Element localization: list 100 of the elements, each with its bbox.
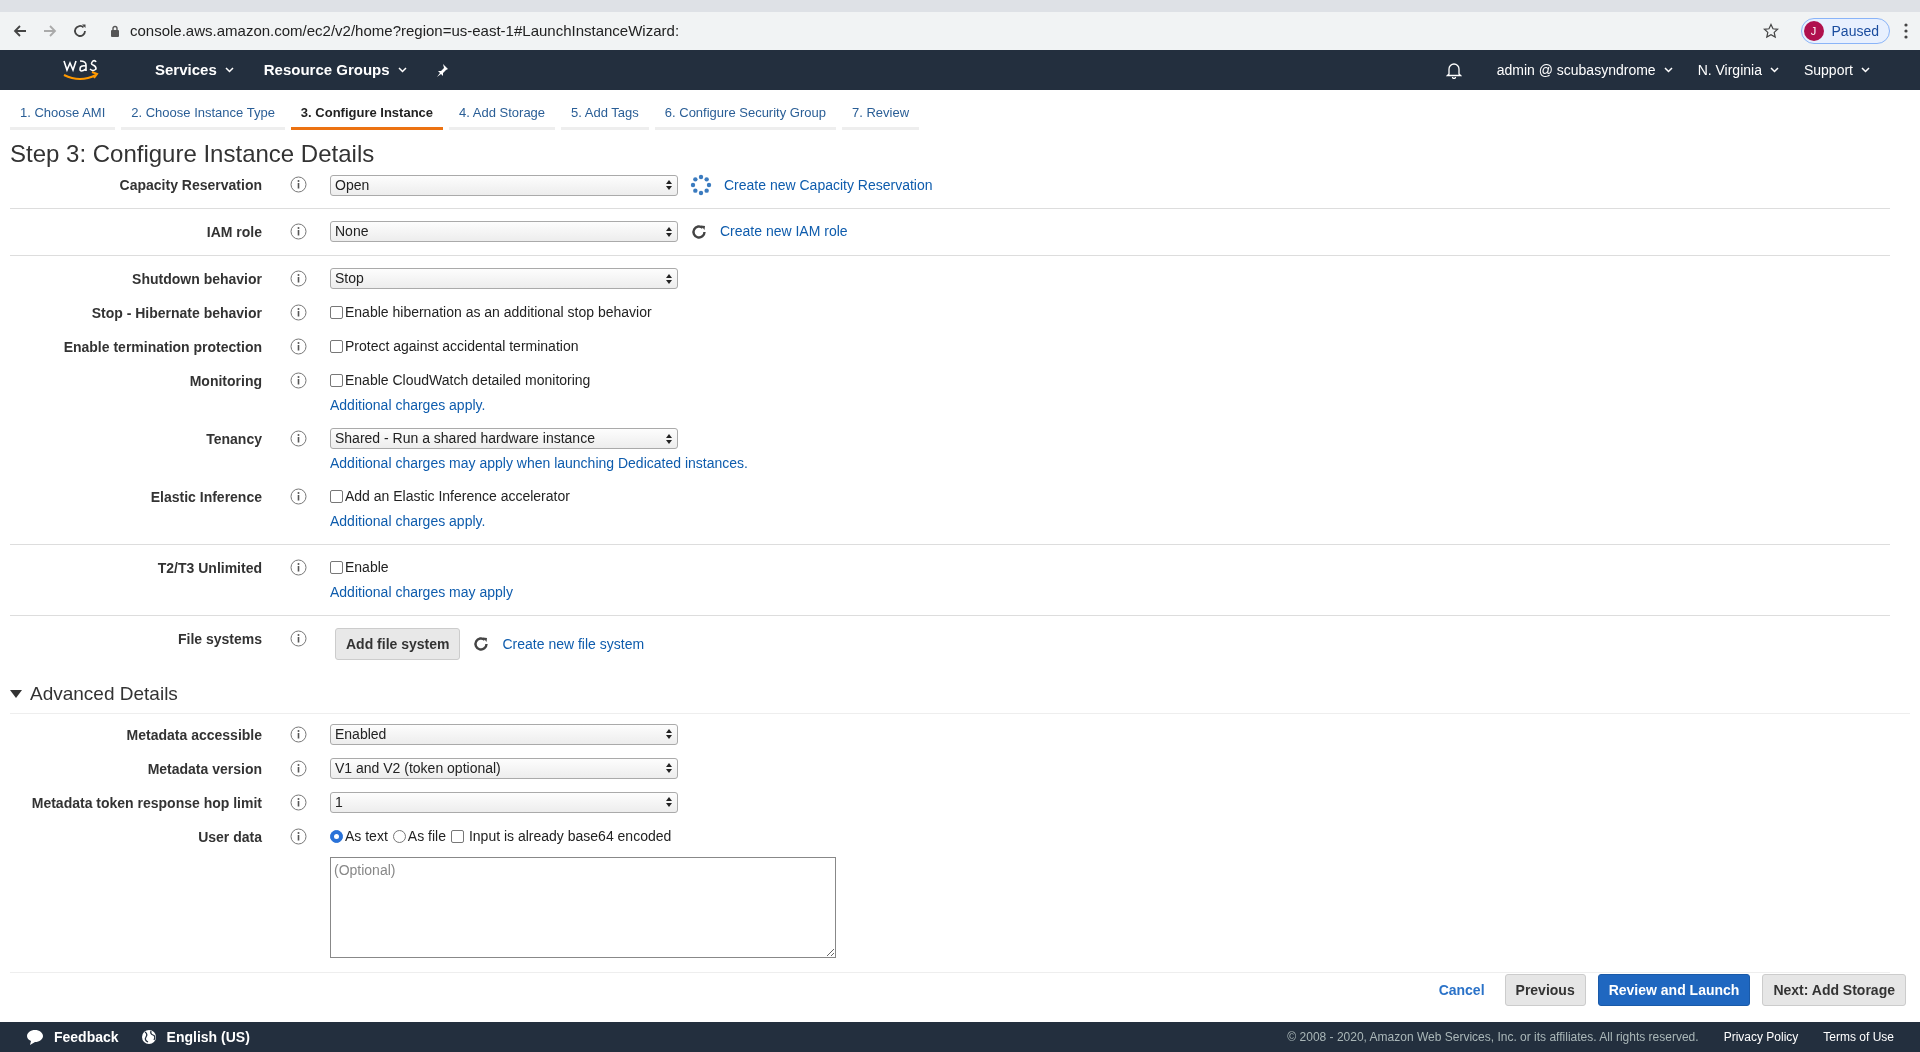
advanced-section-header[interactable]: Advanced Details [10,680,1910,714]
lock-icon [110,25,120,37]
wizard-action-button[interactable]: Cancel [1430,974,1493,1006]
radio-button[interactable] [392,829,406,843]
charges-link[interactable]: Additional charges may apply [330,582,1890,603]
services-menu[interactable]: Services [155,58,234,82]
info-icon[interactable] [289,559,307,576]
info-icon[interactable] [289,430,307,447]
info-icon[interactable] [289,827,307,845]
profile-button[interactable]: J Paused [1800,18,1890,44]
refresh-icon[interactable] [472,635,491,653]
info-icon[interactable] [289,725,307,743]
info-icon[interactable] [289,488,307,505]
checkbox-label: Enable CloudWatch detailed monitoring [345,371,591,390]
spinner-icon [690,174,712,196]
field-label: Shutdown behavior [131,270,262,289]
checkbox-label: Enable hibernation as an additional stop behavior [345,303,652,322]
copyright-text: © 2008 - 2020, Amazon Web Services, Inc. or its affiliates. All rights reserved. [1287,1029,1699,1046]
field-label: Enable termination protection [62,338,262,357]
field-label: IAM role [205,223,262,242]
resource-groups-menu[interactable]: Resource Groups [263,58,407,82]
globe-icon[interactable] [140,1029,157,1045]
info-icon[interactable] [289,793,307,811]
support-menu[interactable]: Support [1803,59,1870,81]
up-down-arrows-icon [665,762,673,774]
wizard-step-tab[interactable]: 2. Choose Instance Type [121,98,285,130]
logo-drawing[interactable] [60,57,100,83]
bell-icon[interactable] [1445,61,1462,79]
field-label: File systems [176,630,262,649]
caret-icon [397,67,407,73]
dropdown-select[interactable]: Stop [330,268,678,289]
section-title: Advanced Details [30,682,178,706]
dropdown-select[interactable]: Enabled [330,723,678,745]
menu-icon[interactable] [1904,23,1908,39]
field-label: Monitoring [188,372,262,391]
wizard-action-button[interactable]: Review and Launch [1597,974,1751,1006]
checkbox[interactable] [330,374,343,387]
field-label: Stop - Hibernate behavior [90,304,262,323]
pin-icon[interactable] [434,63,449,77]
speech-bubble-icon[interactable] [26,1029,44,1045]
footer-link[interactable]: Privacy Policy [1723,1028,1799,1046]
dropdown-select[interactable]: Open [330,174,678,196]
charges-link[interactable]: Additional charges apply. [330,395,1890,416]
wizard-step-tab[interactable]: 1. Choose AMI [10,98,116,130]
account-menu[interactable]: admin @ scubasyndrome [1496,59,1673,81]
info-icon[interactable] [289,176,307,193]
dropdown-select[interactable]: Shared - Run a shared hardware instance [330,428,678,449]
info-icon[interactable] [289,630,307,647]
wizard-step-tab[interactable]: 3. Configure Instance [290,98,444,130]
checkbox[interactable] [450,829,464,843]
user-data-field[interactable]: (Optional) [330,856,836,958]
create-link[interactable]: Create new file system [502,633,645,655]
field-label: Capacity Reservation [118,176,262,195]
feedback-link[interactable]: Feedback [54,1026,119,1048]
field-label: User data [197,827,262,847]
field-label: Metadata version [146,759,262,779]
dropdown-select[interactable]: 1 [330,791,678,813]
wizard-action-button[interactable]: Next: Add Storage [1762,974,1906,1006]
checkbox[interactable] [330,561,343,574]
info-icon[interactable] [289,270,307,287]
info-icon[interactable] [289,372,307,389]
checkbox-label: Protect against accidental termination [345,337,579,356]
field-label: Metadata token response hop limit [30,793,262,813]
radio-button[interactable] [330,829,343,843]
wizard-step-tab[interactable]: 7. Review [841,98,919,130]
refresh-icon[interactable] [690,222,708,241]
info-icon[interactable] [289,223,307,240]
wizard-step-tab[interactable]: 5. Add Tags [561,98,649,130]
info-icon[interactable] [289,759,307,777]
reload-icon[interactable] [72,23,88,39]
caret-icon [1769,67,1779,73]
checkbox[interactable] [330,490,343,503]
checkbox[interactable] [330,306,343,319]
dropdown-select[interactable]: None [330,221,678,242]
add-file-system-button[interactable]: Add file system [335,628,461,660]
star-icon[interactable] [1762,23,1779,39]
create-link[interactable]: Create new IAM role [720,221,848,242]
language-selector[interactable]: English (US) [166,1026,250,1048]
caret-icon [1663,67,1673,73]
caret-icon [1861,67,1870,73]
page-title: Step 3: Configure Instance Details [10,140,376,168]
field-label: T2/T3 Unlimited [156,559,262,578]
charges-link[interactable]: Additional charges apply. [330,511,1890,532]
back-icon[interactable] [12,23,28,39]
wizard-step-tab[interactable]: 6. Configure Security Group [654,98,836,130]
create-link[interactable]: Create new Capacity Reservation [724,174,933,196]
caret-icon [224,67,234,73]
caret-down-icon[interactable] [10,690,22,699]
profile-status: Paused [1831,21,1879,41]
wizard-action-button[interactable]: Previous [1504,974,1586,1006]
region-menu[interactable]: N. Virginia [1697,59,1779,81]
dropdown-select[interactable]: V1 and V2 (token optional) [330,757,678,779]
info-icon[interactable] [289,338,307,355]
wizard-step-tab[interactable]: 4. Add Storage [449,98,556,130]
charges-link[interactable]: Additional charges may apply when launching Dedicated instances. [330,453,1890,474]
footer-link[interactable]: Terms of Use [1823,1028,1894,1046]
radio-label: As text [345,826,388,846]
info-icon[interactable] [289,304,307,321]
checkbox[interactable] [330,340,343,353]
up-down-arrows-icon [665,179,673,191]
